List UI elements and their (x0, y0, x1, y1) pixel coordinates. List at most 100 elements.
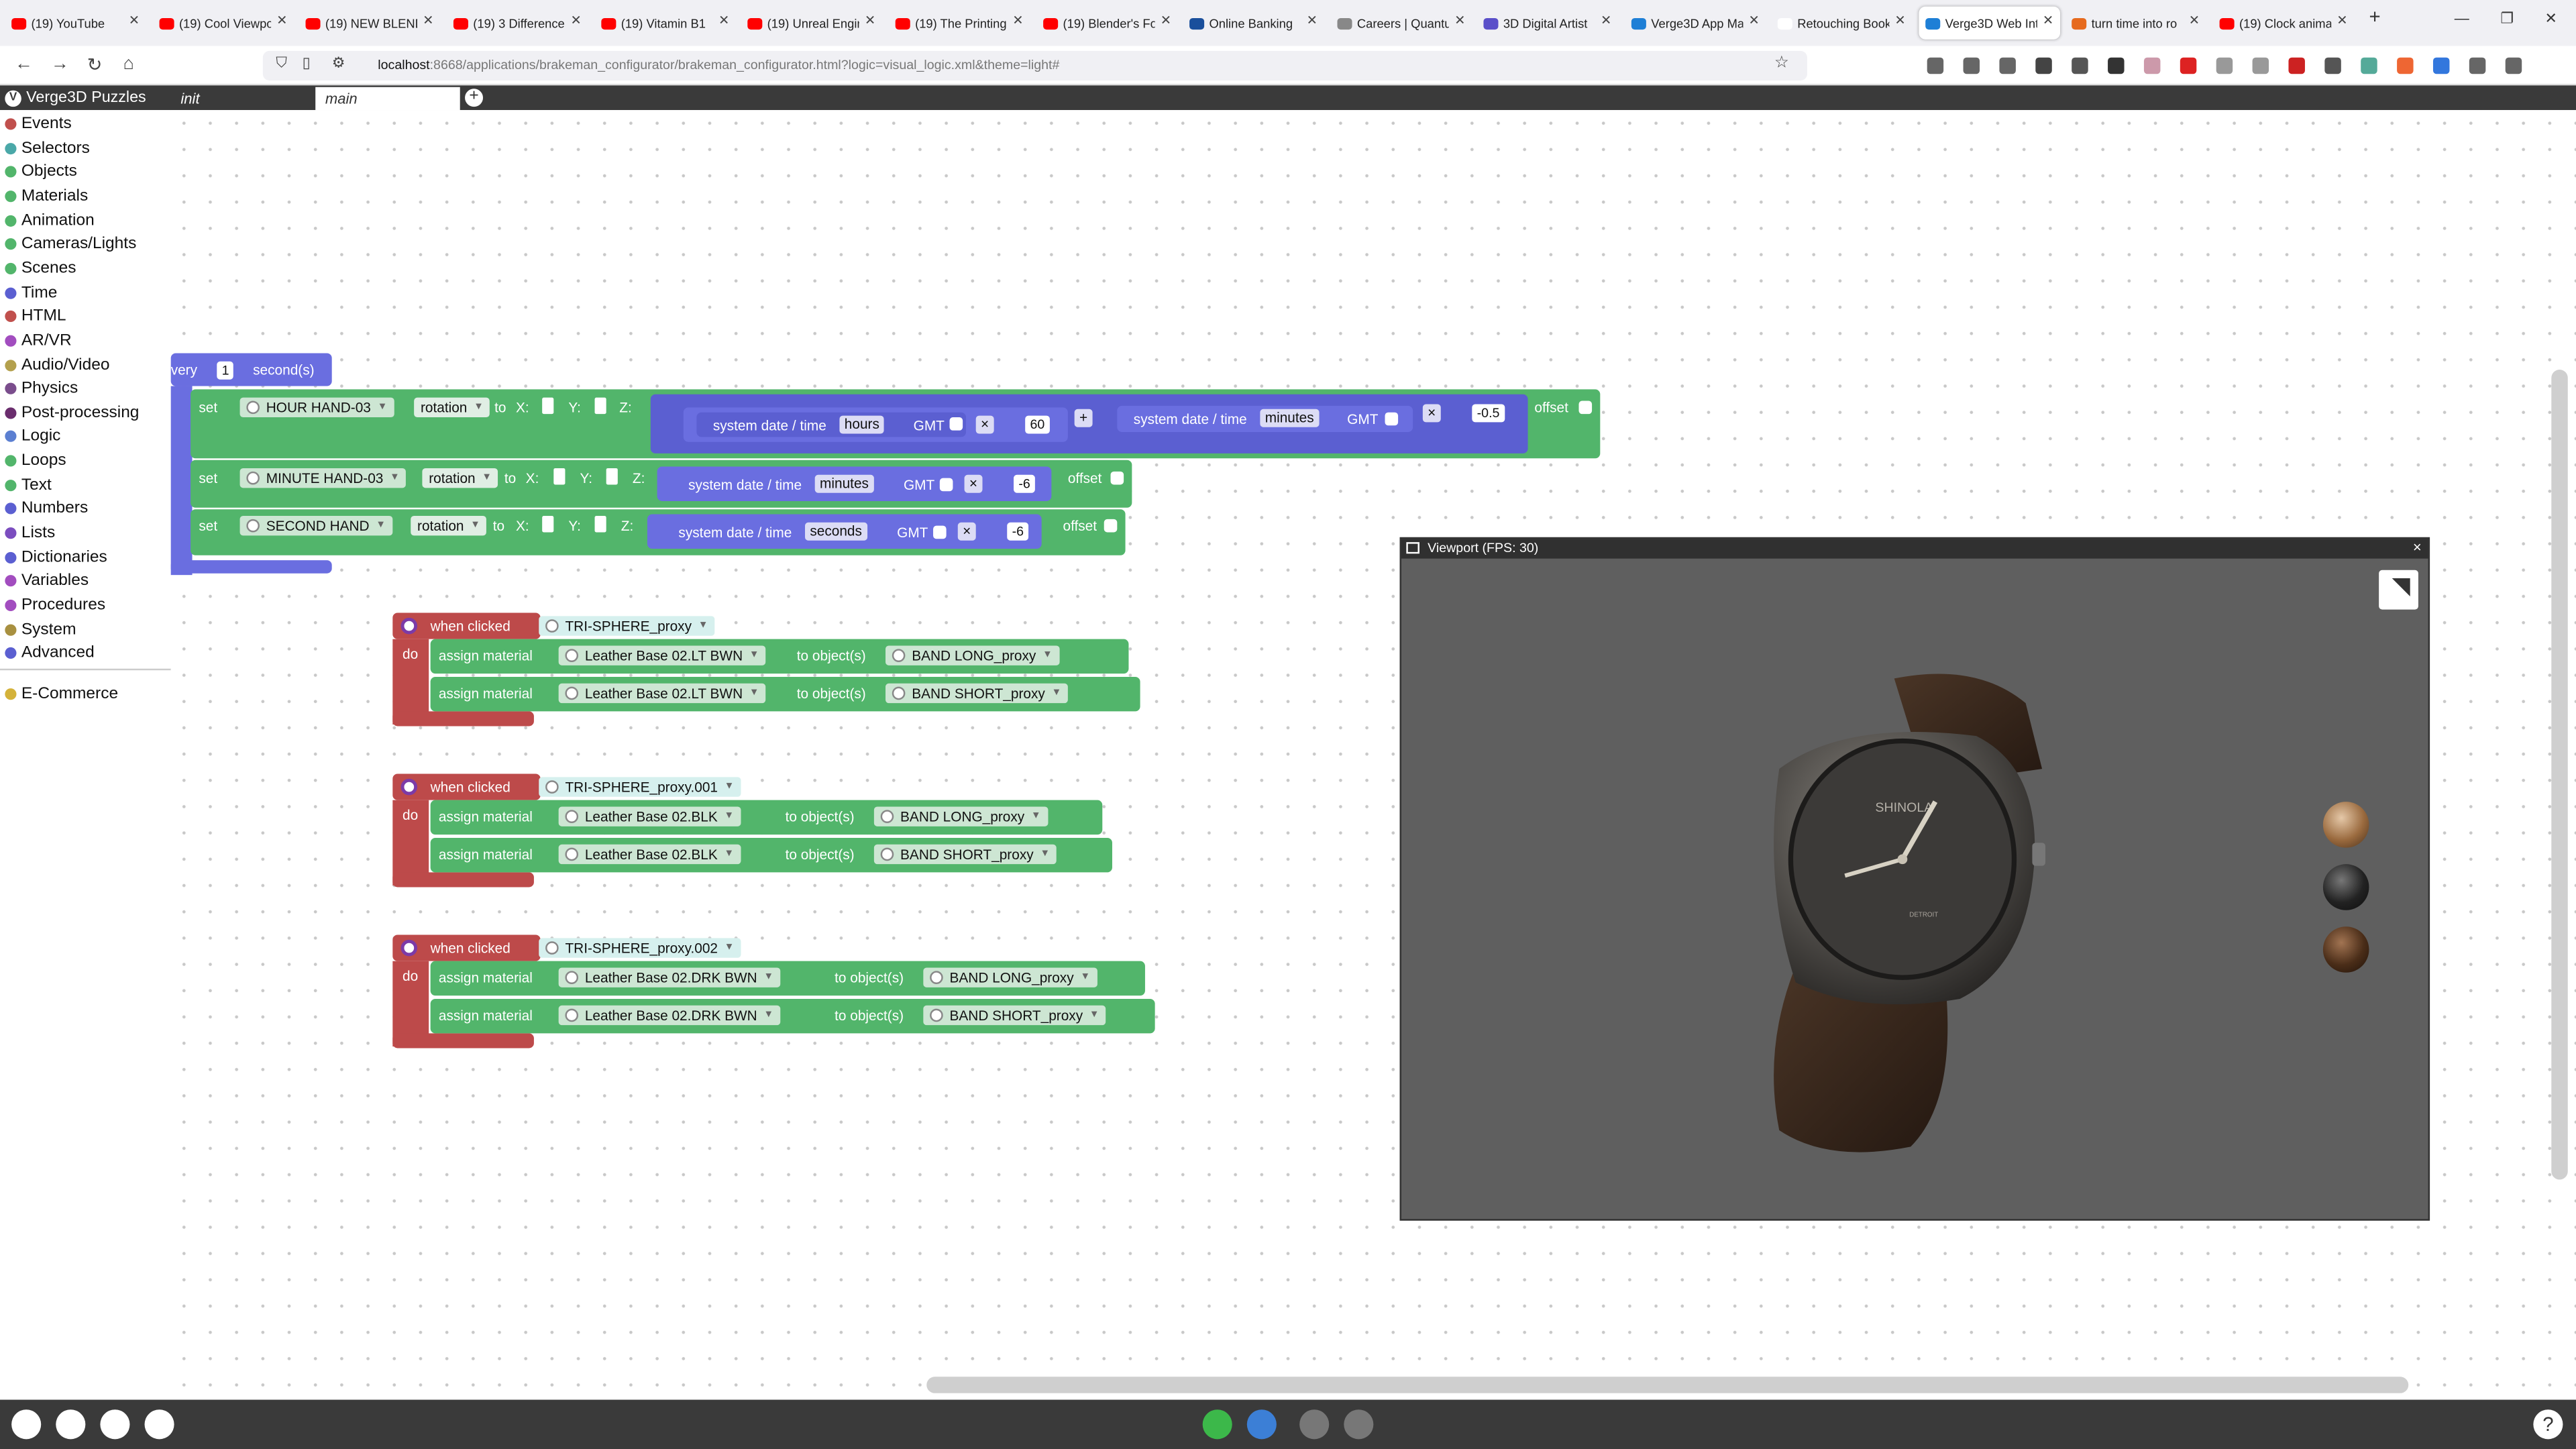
category-item[interactable]: Numbers (5, 500, 88, 518)
restore-icon[interactable]: ❐ (2500, 10, 2514, 28)
add-tab-button[interactable]: + (465, 88, 484, 107)
browser-tab[interactable]: 3D Digital Artist ✕ (1477, 7, 1619, 40)
hour-offset-checkbox[interactable] (1578, 400, 1593, 415)
tab-close-icon[interactable]: ✕ (865, 13, 875, 28)
redo-icon[interactable] (1344, 1409, 1374, 1440)
every-interval-input[interactable]: 1 (217, 361, 234, 380)
material-swatch-light-brown[interactable] (2322, 802, 2369, 848)
undo-icon[interactable] (1299, 1409, 1330, 1440)
extension-red2-icon[interactable] (2288, 57, 2305, 74)
library-icon[interactable] (56, 1409, 86, 1440)
pocket-icon[interactable] (1927, 57, 1944, 74)
address-bar[interactable]: ⛉ ▯ ⚙ localhost:8668/applications/brakem… (262, 50, 1807, 81)
tab-close-icon[interactable]: ✕ (1161, 13, 1171, 28)
category-item[interactable]: Objects (5, 163, 77, 181)
minute-unit-dropdown[interactable]: minutes (814, 474, 874, 493)
hour-unit-dropdown[interactable]: hours (839, 415, 885, 434)
browser-tab[interactable]: Careers | Quantum ✕ (1331, 7, 1472, 40)
viewport-panel[interactable]: Viewport (FPS: 30) × SHINOLA DETROIT (1399, 537, 2430, 1221)
minute-gmt-checkbox[interactable] (939, 478, 953, 492)
extension-grid-icon[interactable] (2072, 57, 2088, 74)
extension-save-icon[interactable] (2361, 57, 2377, 74)
hour-object-selector[interactable]: HOUR HAND-03 ▼ (239, 397, 394, 418)
tab-init[interactable]: init (171, 87, 316, 110)
browser-tab[interactable]: (19) Cool Viewport ✕ (153, 7, 294, 40)
category-item[interactable]: Advanced (5, 645, 95, 663)
browser-tab[interactable]: Verge3D App Ma ✕ (1625, 7, 1766, 40)
screenshot-icon[interactable] (100, 1409, 130, 1440)
category-item[interactable]: Procedures (5, 596, 105, 614)
file-menu-icon[interactable] (11, 1409, 42, 1440)
hour-gmt2-checkbox[interactable] (1385, 412, 1399, 426)
category-item[interactable]: Lists (5, 524, 55, 542)
viewport-header[interactable]: Viewport (FPS: 30) × (1401, 539, 2428, 559)
target-object-selector[interactable]: BAND SHORT_proxy ▼ (873, 844, 1057, 865)
category-item[interactable]: Post-processing (5, 404, 139, 422)
category-item[interactable]: Cameras/Lights (5, 235, 136, 254)
browser-tab[interactable]: (19) Unreal Engine ✕ (741, 7, 882, 40)
extension-gray1-icon[interactable] (2216, 57, 2233, 74)
hour-op2-dropdown[interactable]: + (1074, 409, 1093, 427)
tab-close-icon[interactable]: ✕ (2043, 13, 2053, 28)
horizontal-scrollbar[interactable] (926, 1377, 2409, 1393)
menu-icon[interactable] (2505, 57, 2522, 74)
tab-close-icon[interactable]: ✕ (1012, 13, 1023, 28)
browser-tab[interactable]: Verge3D Web Int ✕ (1919, 6, 2061, 40)
url-text[interactable]: localhost:8668/applications/brakeman_con… (378, 58, 1059, 72)
forward-icon[interactable]: → (51, 54, 69, 74)
browser-tab[interactable]: (19) NEW BLENDER ✕ (299, 7, 441, 40)
download-icon[interactable] (1963, 57, 1980, 74)
browser-tab[interactable]: (19) Clock animat ✕ (2213, 7, 2355, 40)
second-y-slot[interactable] (594, 515, 606, 533)
extension-colorwheel-icon[interactable] (2143, 57, 2161, 74)
minimize-icon[interactable]: — (2455, 10, 2469, 26)
click-target-selector[interactable]: TRI-SPHERE_proxy ▼ (539, 616, 715, 636)
hour-num2-input[interactable]: -0.5 (1472, 404, 1505, 423)
tab-close-icon[interactable]: ✕ (718, 13, 729, 28)
second-op-dropdown[interactable]: × (957, 522, 976, 541)
tab-close-icon[interactable]: ✕ (1454, 13, 1465, 28)
category-item[interactable]: System (5, 621, 76, 639)
second-unit-dropdown[interactable]: seconds (805, 522, 867, 541)
category-item[interactable]: Time (5, 284, 57, 302)
bookmark-star-icon[interactable]: ☆ (1774, 54, 1789, 72)
material-selector[interactable]: Leather Base 02.BLK ▼ (558, 806, 741, 826)
target-object-selector[interactable]: BAND LONG_proxy ▼ (873, 806, 1048, 826)
material-selector[interactable]: Leather Base 02.BLK ▼ (558, 844, 741, 865)
extension-globe-icon[interactable] (2108, 57, 2125, 74)
target-object-selector[interactable]: BAND SHORT_proxy ▼ (885, 683, 1068, 704)
category-item[interactable]: Loops (5, 452, 66, 470)
save-button[interactable] (1246, 1409, 1277, 1440)
browser-tab[interactable]: (19) Vitamin B1 ✕ (595, 7, 737, 40)
tab-close-icon[interactable]: ✕ (1894, 13, 1905, 28)
minute-property-dropdown[interactable]: rotation ▼ (422, 468, 498, 488)
back-icon[interactable]: ← (15, 54, 33, 74)
watch-render[interactable]: SHINOLA DETROIT (1730, 670, 2125, 1163)
close-window-icon[interactable]: ✕ (2545, 10, 2557, 28)
run-button[interactable] (1202, 1409, 1232, 1440)
new-tab-button[interactable]: + (2369, 5, 2380, 28)
minute-op-dropdown[interactable]: × (964, 474, 983, 493)
extension-gray2-icon[interactable] (2252, 57, 2269, 74)
tab-close-icon[interactable]: ✕ (276, 13, 287, 28)
hour-gmt-checkbox[interactable] (949, 417, 963, 431)
target-object-selector[interactable]: BAND LONG_proxy ▼ (923, 967, 1097, 987)
material-selector[interactable]: Leather Base 02.DRK BWN ▼ (558, 967, 780, 987)
material-selector[interactable]: Leather Base 02.LT BWN ▼ (558, 645, 766, 665)
category-item[interactable]: HTML (5, 307, 66, 325)
hour-y-slot[interactable] (594, 397, 606, 415)
fullscreen-icon[interactable] (2379, 570, 2418, 610)
hour-op3-dropdown[interactable]: × (1422, 404, 1441, 423)
extension-m-icon[interactable] (2035, 57, 2052, 74)
category-item[interactable]: Dictionaries (5, 548, 107, 566)
minute-offset-checkbox[interactable] (1110, 471, 1124, 485)
material-swatch-dark-brown[interactable] (2322, 926, 2369, 973)
category-item[interactable]: Variables (5, 572, 89, 590)
click-target-selector[interactable]: TRI-SPHERE_proxy.002 ▼ (539, 938, 741, 958)
click-target-selector[interactable]: TRI-SPHERE_proxy.001 ▼ (539, 777, 741, 797)
reload-icon[interactable]: ↻ (87, 54, 103, 75)
material-selector[interactable]: Leather Base 02.DRK BWN ▼ (558, 1005, 780, 1026)
material-selector[interactable]: Leather Base 02.LT BWN ▼ (558, 683, 766, 704)
second-property-dropdown[interactable]: rotation ▼ (411, 515, 487, 536)
tab-close-icon[interactable]: ✕ (1748, 13, 1759, 28)
